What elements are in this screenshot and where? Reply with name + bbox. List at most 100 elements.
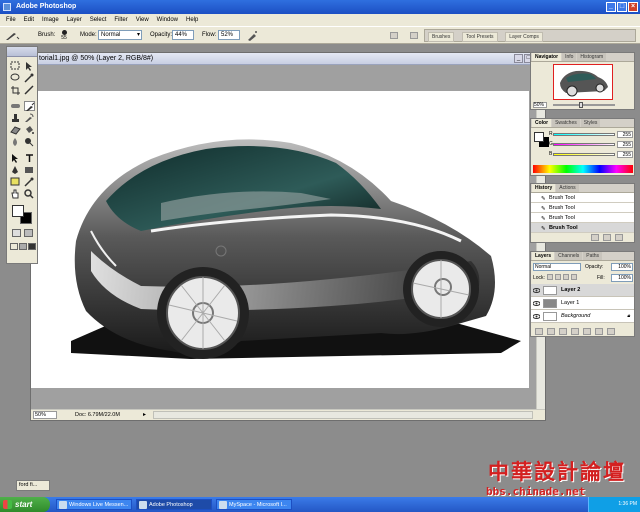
flow-input[interactable]: 52% [218, 30, 240, 40]
status-menu-arrow-icon[interactable]: ▸ [143, 411, 146, 418]
tab-channels[interactable]: Channels [555, 252, 583, 260]
color-ramp[interactable] [533, 165, 633, 173]
new-document-button[interactable] [603, 234, 611, 241]
pen-tool[interactable] [10, 165, 21, 175]
taskbar-item-browser[interactable]: MySpace - Microsoft I... [216, 499, 292, 510]
blend-mode-select[interactable]: Normal [533, 263, 581, 271]
r-value[interactable]: 255 [617, 131, 633, 138]
opacity-input[interactable]: 44% [172, 30, 194, 40]
history-item[interactable]: ✎ Brush Tool [531, 193, 634, 203]
menu-file[interactable]: File [6, 17, 16, 23]
tool-preset-picker[interactable] [4, 31, 20, 41]
minimize-button[interactable]: _ [606, 2, 616, 12]
close-button[interactable]: × [628, 2, 638, 12]
eye-icon[interactable] [533, 300, 540, 307]
toolbox-header[interactable] [7, 47, 37, 57]
foreground-color-swatch[interactable] [12, 205, 24, 217]
mode-select[interactable]: Normal ▾ [98, 30, 142, 40]
new-set-button[interactable] [571, 328, 579, 335]
restore-button[interactable]: □ [617, 2, 627, 12]
canvas-area[interactable] [31, 65, 537, 410]
file-browser-button[interactable] [390, 32, 398, 39]
navigator-thumbnail[interactable] [553, 64, 613, 100]
lock-all-button[interactable] [571, 274, 577, 280]
layer-row[interactable]: Layer 2 [531, 284, 634, 297]
clone-stamp-tool[interactable] [10, 113, 21, 123]
crop-tool[interactable] [10, 85, 21, 95]
brush-tool[interactable] [24, 101, 35, 111]
tab-actions[interactable]: Actions [556, 184, 579, 192]
new-adjustment-layer-button[interactable] [583, 328, 591, 335]
toggle-palettes-button[interactable] [410, 32, 418, 39]
menu-edit[interactable]: Edit [24, 17, 34, 23]
menu-help[interactable]: Help [186, 17, 198, 23]
delete-layer-button[interactable] [607, 328, 615, 335]
menu-select[interactable]: Select [90, 17, 107, 23]
r-slider[interactable] [553, 133, 615, 136]
add-layer-style-button[interactable] [547, 328, 555, 335]
tab-color[interactable]: Color [532, 119, 552, 127]
delete-state-button[interactable] [615, 234, 623, 241]
horizontal-scrollbar[interactable] [153, 411, 533, 419]
blur-tool[interactable] [10, 137, 21, 147]
clock[interactable]: 1:36 PM [618, 501, 637, 507]
zoom-input[interactable]: 50% [33, 411, 57, 419]
layer-row[interactable]: Layer 1 [531, 297, 634, 310]
tab-history[interactable]: History [532, 184, 556, 192]
start-button[interactable]: start [0, 497, 50, 512]
eye-icon[interactable] [533, 287, 540, 294]
navigator-zoom-input[interactable]: 50% [533, 102, 547, 108]
menu-layer[interactable]: Layer [67, 17, 82, 23]
history-item[interactable]: ✎ Brush Tool [531, 203, 634, 213]
g-value[interactable]: 255 [617, 141, 633, 148]
color-foreground-swatch[interactable] [534, 132, 544, 142]
standard-mode-button[interactable] [12, 229, 21, 237]
history-brush-tool[interactable] [24, 113, 35, 123]
menu-image[interactable]: Image [42, 17, 59, 23]
eyedropper-tool[interactable] [24, 177, 35, 187]
b-slider[interactable] [553, 153, 615, 156]
tab-info[interactable]: Info [562, 53, 577, 61]
new-layer-button[interactable] [595, 328, 603, 335]
eraser-tool[interactable] [10, 125, 21, 135]
notes-tool[interactable] [10, 177, 21, 187]
hand-tool[interactable] [10, 189, 21, 199]
add-mask-button[interactable] [559, 328, 567, 335]
lasso-tool[interactable] [10, 73, 21, 83]
lock-transparency-button[interactable] [547, 274, 553, 280]
airbrush-button[interactable] [246, 30, 258, 42]
tab-layers[interactable]: Layers [532, 252, 555, 260]
new-snapshot-button[interactable] [591, 234, 599, 241]
palette-well-layer-comps[interactable]: Layer Comps [505, 32, 543, 42]
fill-input[interactable]: 100% [611, 274, 633, 282]
history-item[interactable]: ✎ Brush Tool [531, 213, 634, 223]
canvas[interactable] [31, 91, 529, 388]
lock-pixels-button[interactable] [555, 274, 561, 280]
screen-mode-full-menu-button[interactable] [19, 243, 27, 250]
doc-minimize-button[interactable]: _ [514, 54, 523, 63]
link-layers-button[interactable] [535, 328, 543, 335]
tab-histogram[interactable]: Histogram [577, 53, 607, 61]
shape-tool[interactable] [24, 165, 35, 175]
move-tool[interactable] [24, 61, 35, 71]
healing-brush-tool[interactable] [10, 101, 21, 111]
navigator-zoom-slider[interactable] [553, 102, 615, 108]
taskbar-item-messenger[interactable]: Windows Live Messen... [56, 499, 132, 510]
menu-filter[interactable]: Filter [114, 17, 127, 23]
screen-mode-full-button[interactable] [28, 243, 36, 250]
path-selection-tool[interactable] [10, 153, 21, 163]
layer-row[interactable]: Background 🔒︎ [531, 310, 634, 323]
menu-window[interactable]: Window [157, 17, 178, 23]
brush-picker[interactable]: 55 [58, 29, 70, 43]
b-value[interactable]: 255 [617, 151, 633, 158]
eye-icon[interactable] [533, 313, 540, 320]
g-slider[interactable] [553, 143, 615, 146]
dodge-tool[interactable] [24, 137, 35, 147]
zoom-tool[interactable] [24, 189, 35, 199]
screen-mode-standard-button[interactable] [10, 243, 18, 250]
gradient-tool[interactable] [24, 125, 35, 135]
palette-well-brushes[interactable]: Brushes [428, 32, 455, 42]
slice-tool[interactable] [24, 85, 35, 95]
tab-swatches[interactable]: Swatches [552, 119, 580, 127]
type-tool[interactable] [24, 153, 35, 163]
